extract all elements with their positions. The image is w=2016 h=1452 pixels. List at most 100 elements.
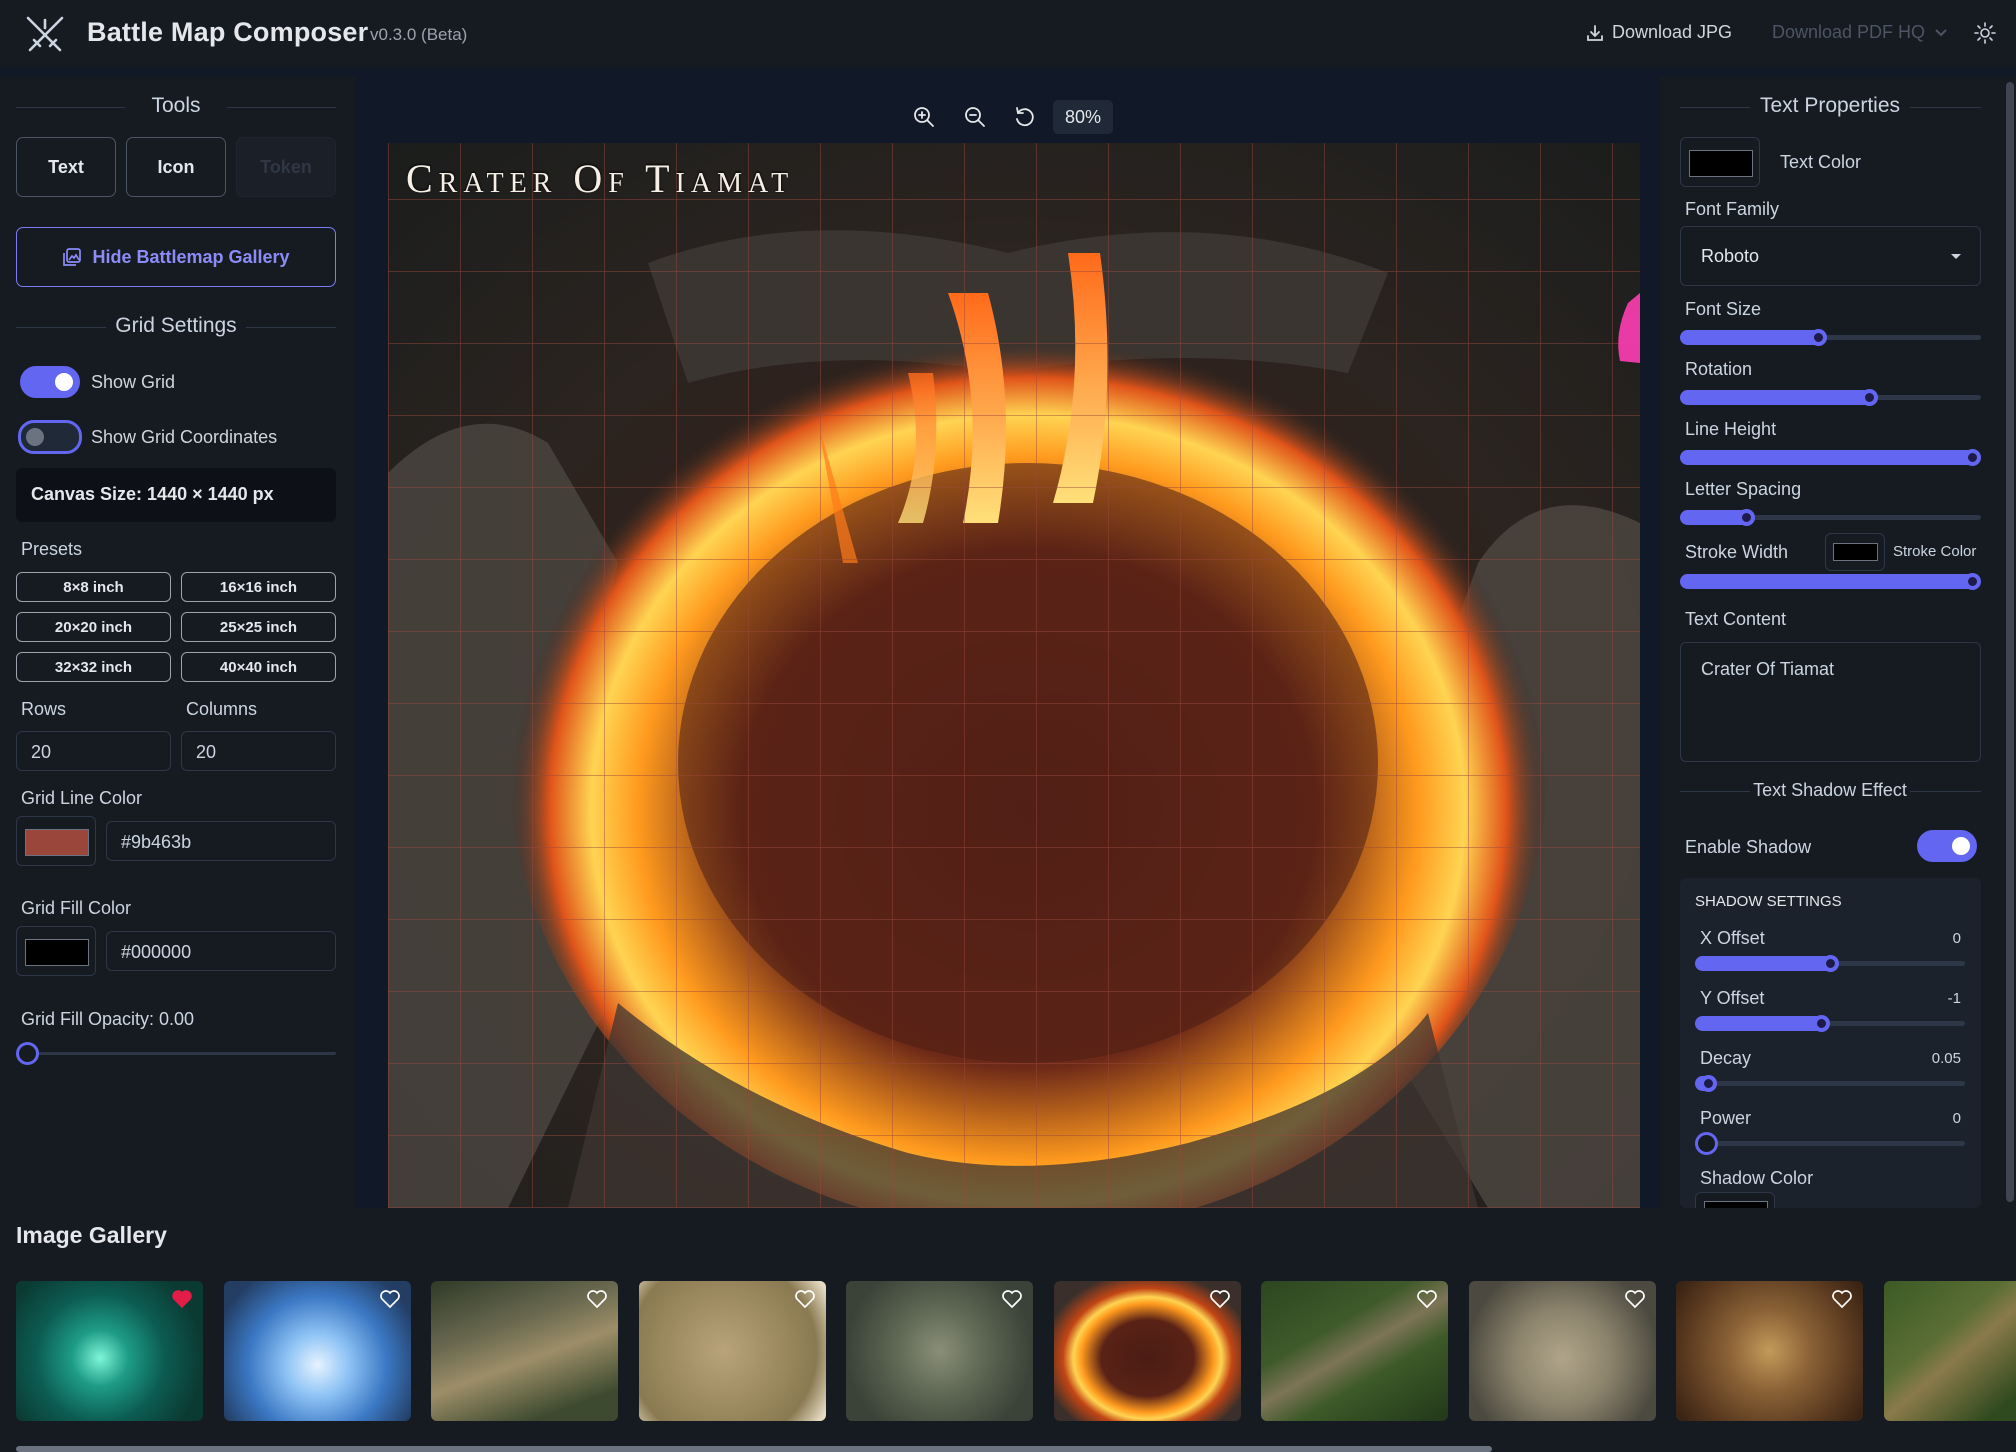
x-offset-slider[interactable]	[1695, 955, 1965, 972]
heart-icon[interactable]	[1001, 1289, 1023, 1309]
text-properties-heading: Text Properties	[1759, 94, 1901, 117]
shadow-color-picker[interactable]	[1695, 1192, 1775, 1209]
gallery-thumbnail[interactable]	[1676, 1281, 1863, 1421]
gallery-thumbnail[interactable]	[1054, 1281, 1241, 1421]
grid-line-color-input[interactable]: #9b463b	[106, 821, 336, 861]
stroke-color-label: Stroke Color	[1893, 543, 1977, 560]
sun-icon[interactable]	[1974, 22, 1996, 44]
icon-tool-button[interactable]: Icon	[126, 137, 226, 197]
font-family-select[interactable]: Roboto	[1680, 226, 1981, 286]
letter-spacing-slider[interactable]	[1680, 509, 1981, 526]
enable-shadow-toggle[interactable]	[1917, 830, 1977, 862]
font-size-label: Font Size	[1685, 299, 1762, 319]
gallery-scrollbar[interactable]	[16, 1446, 1492, 1452]
map-title-text[interactable]: Crater Of Tiamat	[406, 155, 794, 202]
preset-button[interactable]: 16×16 inch	[181, 572, 336, 602]
grid-fill-color-input[interactable]: #000000	[106, 931, 336, 971]
grid-fill-color-picker[interactable]	[16, 926, 96, 976]
slider-handle[interactable]	[1695, 1132, 1718, 1155]
gallery-thumbnail[interactable]	[846, 1281, 1033, 1421]
font-family-value: Roboto	[1701, 246, 1760, 266]
gallery-thumbnail[interactable]	[431, 1281, 618, 1421]
slider-fill	[1695, 1016, 1826, 1031]
grid-settings-heading: Grid Settings	[115, 314, 237, 337]
power-value: 0	[1952, 1110, 1961, 1127]
slider-handle[interactable]	[1737, 509, 1755, 526]
font-size-slider[interactable]	[1680, 329, 1981, 346]
heart-icon[interactable]	[1831, 1289, 1853, 1309]
text-tool-button[interactable]: Text	[16, 137, 116, 197]
grid-fill-opacity-label: Grid Fill Opacity: 0.00	[21, 1009, 195, 1029]
x-offset-label: X Offset	[1700, 928, 1765, 948]
slider-handle[interactable]	[1861, 389, 1879, 406]
heart-icon[interactable]	[1209, 1289, 1231, 1309]
app-header: Battle Map Composer v0.3.0 (Beta) Downlo…	[0, 0, 2016, 68]
divider	[246, 327, 336, 328]
y-offset-slider[interactable]	[1695, 1015, 1965, 1032]
color-swatch	[1689, 150, 1753, 177]
right-panel-scrollbar[interactable]	[2006, 82, 2014, 1202]
columns-input[interactable]: 20	[181, 731, 336, 771]
color-swatch	[1833, 543, 1878, 561]
reset-zoom-icon[interactable]	[1012, 104, 1038, 130]
heart-icon[interactable]	[794, 1289, 816, 1309]
slider-handle[interactable]	[16, 1042, 39, 1065]
heart-filled-icon[interactable]	[171, 1289, 193, 1309]
columns-label: Columns	[186, 699, 258, 719]
slider-handle[interactable]	[1964, 573, 1981, 590]
preset-button[interactable]: 25×25 inch	[181, 612, 336, 642]
enable-shadow-label: Enable Shadow	[1685, 837, 1812, 857]
heart-icon[interactable]	[586, 1289, 608, 1309]
heart-icon[interactable]	[1416, 1289, 1438, 1309]
heart-icon[interactable]	[379, 1289, 401, 1309]
stroke-width-slider[interactable]	[1680, 573, 1981, 590]
text-color-label: Text Color	[1780, 152, 1862, 172]
show-grid-toggle[interactable]	[20, 366, 80, 398]
hide-gallery-button[interactable]: Hide Battlemap Gallery	[16, 227, 336, 287]
grid-fill-opacity-slider[interactable]	[16, 1042, 336, 1065]
app-title: Battle Map Composer	[87, 17, 369, 47]
divider	[1910, 791, 1981, 792]
zoom-in-icon[interactable]	[911, 104, 937, 130]
text-color-picker[interactable]	[1680, 137, 1760, 187]
text-content-label: Text Content	[1685, 609, 1787, 629]
slider-handle[interactable]	[1964, 449, 1981, 466]
tools-heading: Tools	[151, 94, 201, 117]
gallery-thumbnail[interactable]	[639, 1281, 826, 1421]
image-gallery-heading: Image Gallery	[16, 1222, 167, 1248]
heart-icon[interactable]	[1624, 1289, 1646, 1309]
power-slider[interactable]	[1695, 1132, 1965, 1155]
battle-map-canvas[interactable]: Crater Of Tiamat	[388, 143, 1640, 1208]
stroke-color-picker[interactable]	[1825, 533, 1885, 571]
gallery-thumbnail[interactable]	[1469, 1281, 1656, 1421]
slider-handle[interactable]	[1821, 955, 1839, 972]
decay-slider[interactable]	[1695, 1075, 1965, 1092]
slider-handle[interactable]	[1700, 1075, 1717, 1092]
preset-button[interactable]: 8×8 inch	[16, 572, 171, 602]
gallery-thumbnail[interactable]	[224, 1281, 411, 1421]
text-content-textarea[interactable]	[1680, 642, 1981, 762]
caret-down-icon	[1951, 254, 1961, 259]
canvas-size-display: Canvas Size: 1440 × 1440 px	[16, 468, 336, 522]
show-grid-label: Show Grid	[91, 372, 176, 392]
gallery-thumbnail[interactable]	[1884, 1281, 2016, 1421]
rotation-slider[interactable]	[1680, 389, 1981, 406]
gallery-thumbnail[interactable]	[1261, 1281, 1448, 1421]
preset-button[interactable]: 40×40 inch	[181, 652, 336, 682]
download-pdf-button[interactable]: Download PDF HQ	[1772, 22, 1949, 43]
rows-input[interactable]: 20	[16, 731, 171, 771]
show-grid-coordinates-toggle[interactable]	[18, 420, 82, 454]
preset-button[interactable]: 32×32 inch	[16, 652, 171, 682]
y-offset-value: -1	[1947, 990, 1961, 1007]
download-jpg-button[interactable]: Download JPG	[1586, 22, 1732, 43]
gallery-thumbnail[interactable]	[16, 1281, 203, 1421]
grid-line-color-picker[interactable]	[16, 816, 96, 866]
token-tool-button[interactable]: Token	[236, 137, 336, 197]
slider-handle[interactable]	[1809, 329, 1827, 346]
power-label: Power	[1700, 1108, 1752, 1128]
preset-button[interactable]: 20×20 inch	[16, 612, 171, 642]
line-height-slider[interactable]	[1680, 449, 1981, 466]
zoom-out-icon[interactable]	[962, 104, 988, 130]
image-gallery-icon	[63, 248, 82, 266]
download-icon	[1587, 24, 1603, 41]
